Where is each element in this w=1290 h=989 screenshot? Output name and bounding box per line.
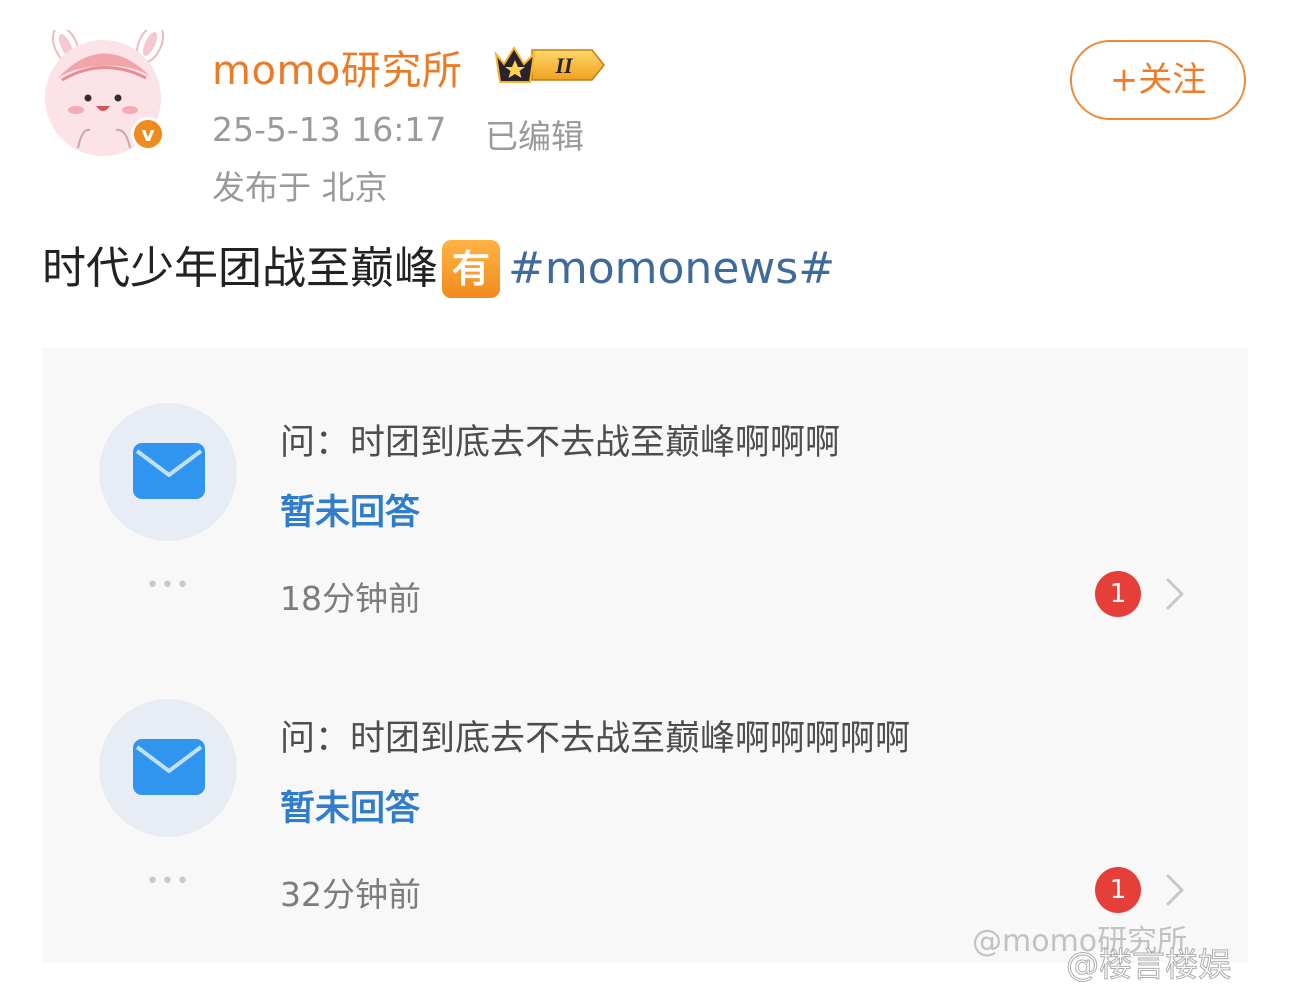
chevron-right-icon [1166,578,1184,610]
hashtag-link[interactable]: #momonews# [508,241,835,297]
vip-level: II [554,53,574,78]
post-location: 发布于 北京 [212,168,388,207]
follow-button[interactable]: +关注 [1070,40,1246,120]
chevron-right-icon [1166,874,1184,906]
answer-status: 暂未回答 [280,789,421,829]
more-options-icon: ••• [146,869,191,894]
crown-vip-icon[interactable]: II [492,42,610,88]
mail-avatar [99,699,237,837]
qa-list-item: ••• 问：时团到底去不去战至巅峰啊啊啊啊啊 暂未回答 32分钟前 1 [42,644,1248,914]
post-body: 时代少年团战至巅峰 [42,243,438,294]
question-text: 问：时团到底去不去战至巅峰啊啊啊啊啊 [280,719,911,759]
more-options-icon: ••• [146,573,191,598]
envelope-icon [133,739,205,795]
time-ago: 18分钟前 [280,579,421,618]
edited-label[interactable]: 已编辑 [485,110,584,158]
post-timestamp: 25-5-13 16:17 [212,110,447,149]
verified-icon: v [131,117,165,151]
qa-list-item: ••• 问：时团到底去不去战至巅峰啊啊啊 暂未回答 18分钟前 1 [42,348,1248,618]
question-text: 问：时团到底去不去战至巅峰啊啊啊 [280,423,841,463]
envelope-icon [133,443,205,499]
embedded-image[interactable]: ••• 问：时团到底去不去战至巅峰啊啊啊 暂未回答 18分钟前 1 ••• 问：… [42,348,1248,963]
watermark-secondary: @楼言楼娱 [1066,945,1232,985]
you-emoji-icon: 有 [442,240,500,298]
mail-avatar [99,403,237,541]
time-ago: 32分钟前 [280,875,421,914]
unread-count-badge: 1 [1095,571,1141,617]
unread-count-badge: 1 [1095,867,1141,913]
username[interactable]: momo研究所 [212,38,462,96]
answer-status: 暂未回答 [280,493,421,533]
post-text: 时代少年团战至巅峰 有 #momonews# [42,240,835,298]
